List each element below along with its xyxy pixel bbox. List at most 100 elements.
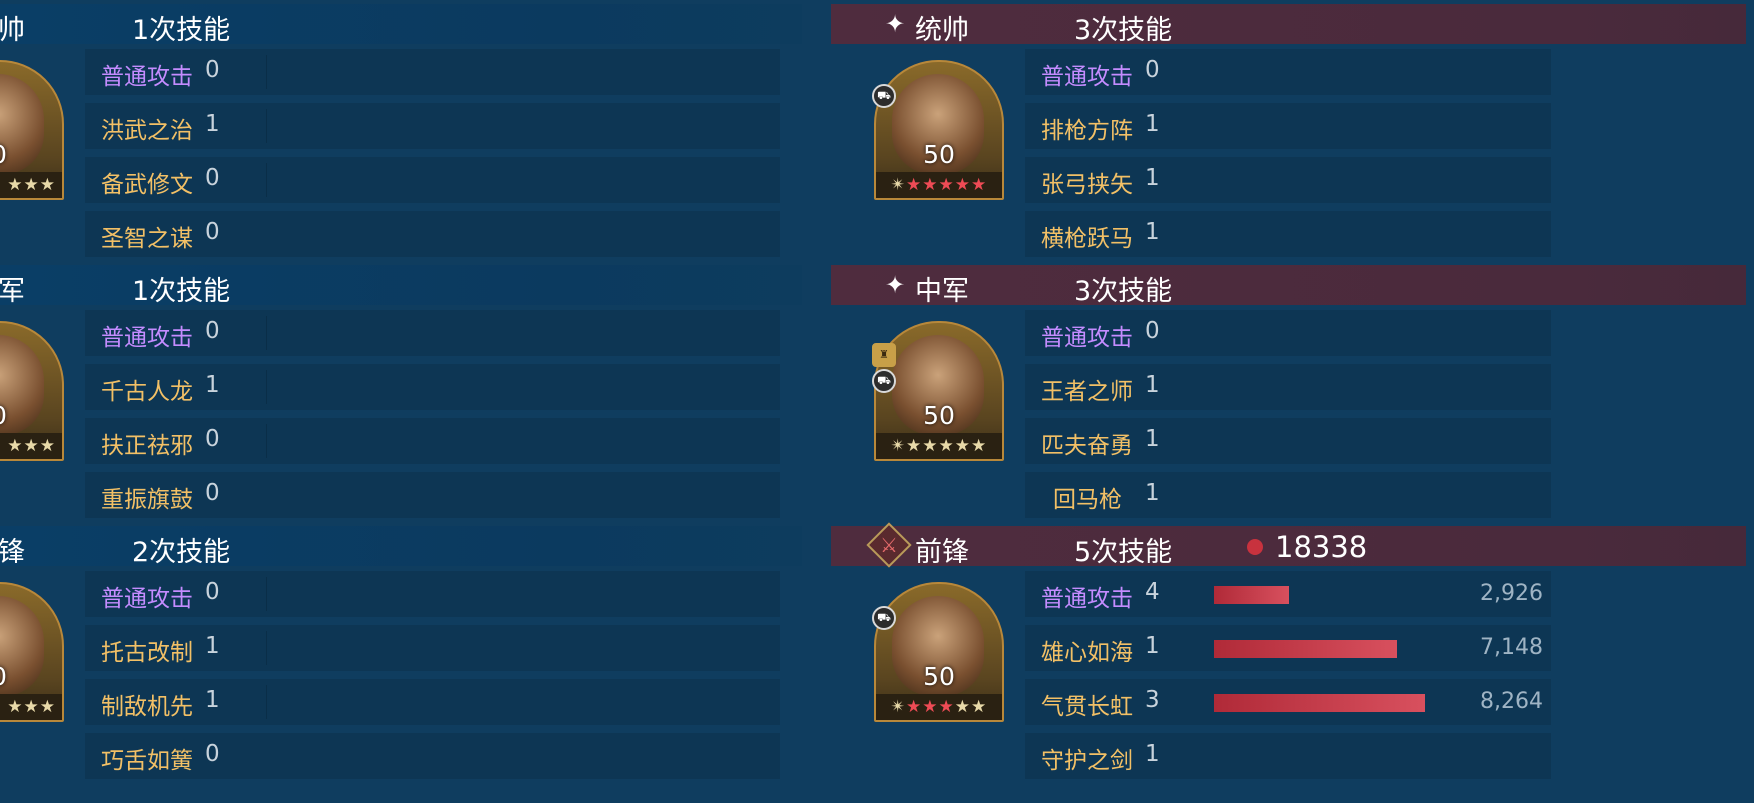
hero-level: 50 (923, 662, 955, 691)
skill-count: 4 (1145, 579, 1160, 605)
total-damage: 18338 (1247, 530, 1367, 564)
skill-name: 扶正祛邪 (101, 433, 193, 459)
skill-list: 普通攻击 0 托古改制 1 制敌机先 1 巧舌如簧 0 (85, 571, 780, 781)
battle-report-panel: 帅 1次技能 0 ★★★ 普通攻击 0 洪武之治 1 备武修文 0 圣智之谋 0 军 1… (0, 0, 1754, 803)
chariot-icon: ⛟ (872, 369, 896, 393)
hero-portrait[interactable]: 50 ✴★★★★★ (874, 582, 1004, 722)
skill-count: 0 (1145, 57, 1160, 83)
skill-row: 圣智之谋 0 (85, 211, 780, 257)
row-divider (266, 316, 267, 350)
skill-count-label: 1次技能 (132, 276, 231, 307)
skill-row: 洪武之治 1 (85, 103, 780, 149)
skill-row: 制敌机先 1 (85, 679, 780, 725)
tank-icon: ⛟ (872, 606, 896, 630)
damage-bar (1214, 640, 1397, 658)
skill-count: 1 (1145, 480, 1160, 506)
star-icons-red: ★★★ (906, 697, 955, 717)
star-burst-icon: ✦ (884, 271, 906, 299)
skill-row: 普通攻击 0 (85, 49, 780, 95)
hero-level: 0 (0, 662, 62, 691)
skill-name: 普通攻击 (101, 586, 193, 612)
row-divider (266, 163, 267, 197)
skill-row: 普通攻击 0 (85, 310, 780, 356)
section-header: 锋 2次技能 (0, 526, 802, 568)
right-section-center: ✦ 中军 3次技能 50 ✴★★★★★ ♜ ⛟ 普通攻击 0 王者之师 1 匹夫奋勇… (831, 261, 1746, 522)
row-divider (266, 109, 267, 143)
hero-portrait[interactable]: 0 ★★★ (0, 60, 64, 200)
row-divider (266, 424, 267, 458)
right-team-column: ✦ 统帅 3次技能 50 ✴★★★★★ ⛟ 普通攻击 0 排枪方阵 1 张弓挟矢 1 … (831, 0, 1746, 803)
skill-row: 扶正祛邪 0 (85, 418, 780, 464)
rank-star-icon: ✴ (890, 175, 907, 195)
skill-count: 3 (1145, 687, 1160, 713)
hero-stars: ✴★★★★★ (876, 433, 1002, 459)
hero-stars: ✴★★★★★ (876, 694, 1002, 720)
hero-portrait[interactable]: 50 ✴★★★★★ (874, 321, 1004, 461)
skill-row: 气贯长虹 3 8,264 (1025, 679, 1551, 725)
damage-value: 2,926 (1480, 581, 1543, 606)
damage-bar (1214, 586, 1289, 604)
section-header: 军 1次技能 (0, 265, 802, 307)
skill-name: 圣智之谋 (101, 226, 193, 252)
rank-star-icon: ✴ (890, 436, 907, 456)
section-header: 帅 1次技能 (0, 4, 802, 46)
chariot-icon: ⛟ (872, 84, 896, 108)
row-divider (266, 370, 267, 404)
skill-name: 普通攻击 (1041, 325, 1133, 351)
skill-name: 张弓挟矢 (1041, 172, 1133, 198)
hero-stars: ✴★★★★★ (876, 172, 1002, 198)
skill-count: 1 (205, 111, 220, 137)
skill-row: 普通攻击 0 (1025, 310, 1551, 356)
section-header: ✦ 中军 3次技能 (831, 265, 1746, 307)
skill-count: 1 (205, 633, 220, 659)
skill-count: 0 (205, 579, 220, 605)
damage-value: 7,148 (1480, 635, 1543, 660)
star-burst-icon: ✦ (884, 10, 906, 38)
hero-stars: ★★★ (0, 433, 62, 459)
skill-name: 气贯长虹 (1041, 694, 1133, 720)
skill-name: 王者之师 (1041, 379, 1133, 405)
skill-count: 0 (205, 480, 220, 506)
hero-portrait[interactable]: 0 ★★★ (0, 582, 64, 722)
role-label: 中军 (915, 276, 969, 307)
skill-name: 千古人龙 (101, 379, 193, 405)
skill-count: 0 (205, 426, 220, 452)
skill-row: 托古改制 1 (85, 625, 780, 671)
skill-name: 回马枪 (1053, 487, 1122, 513)
skill-name: 匹夫奋勇 (1041, 433, 1133, 459)
star-icons-red: ★★★★★ (906, 175, 988, 195)
hero-portrait[interactable]: 0 ★★★ (0, 321, 64, 461)
skill-count: 0 (205, 318, 220, 344)
skill-name: 巧舌如簧 (101, 748, 193, 774)
skill-count: 0 (205, 57, 220, 83)
hero-portrait[interactable]: 50 ✴★★★★★ (874, 60, 1004, 200)
skill-row: 回马枪 1 (1025, 472, 1551, 518)
helmet-icon: ♜ (872, 343, 896, 367)
damage-dot-icon (1247, 539, 1263, 555)
skill-count-label: 3次技能 (1074, 15, 1173, 46)
skill-list: 普通攻击 0 排枪方阵 1 张弓挟矢 1 横枪跃马 1 (1025, 49, 1551, 259)
skill-row: 重振旗鼓 0 (85, 472, 780, 518)
skill-count: 1 (205, 372, 220, 398)
skill-count: 1 (1145, 372, 1160, 398)
skill-name: 制敌机先 (101, 694, 193, 720)
left-section-center: 军 1次技能 0 ★★★ 普通攻击 0 千古人龙 1 扶正祛邪 0 重振旗鼓 0 (0, 261, 802, 522)
skill-row: 普通攻击 0 (85, 571, 780, 617)
skill-row: 守护之剑 1 (1025, 733, 1551, 779)
star-icons: ★★ (954, 697, 988, 717)
skill-count-label: 5次技能 (1074, 537, 1173, 568)
skill-list: 普通攻击 0 洪武之治 1 备武修文 0 圣智之谋 0 (85, 49, 780, 259)
skill-count: 1 (1145, 426, 1160, 452)
skill-list: 普通攻击 4 2,926 雄心如海 1 7,148 气贯长虹 3 8,264 守… (1025, 571, 1551, 781)
skill-row: 横枪跃马 1 (1025, 211, 1551, 257)
section-header: ✦ 统帅 3次技能 (831, 4, 1746, 46)
skill-row: 排枪方阵 1 (1025, 103, 1551, 149)
skill-row: 雄心如海 1 7,148 (1025, 625, 1551, 671)
skill-name: 备武修文 (101, 172, 193, 198)
row-divider (266, 631, 267, 665)
damage-value: 8,264 (1480, 689, 1543, 714)
skill-count: 1 (1145, 741, 1160, 767)
skill-name: 雄心如海 (1041, 640, 1133, 666)
role-label: 锋 (0, 537, 25, 568)
skill-count: 0 (205, 219, 220, 245)
